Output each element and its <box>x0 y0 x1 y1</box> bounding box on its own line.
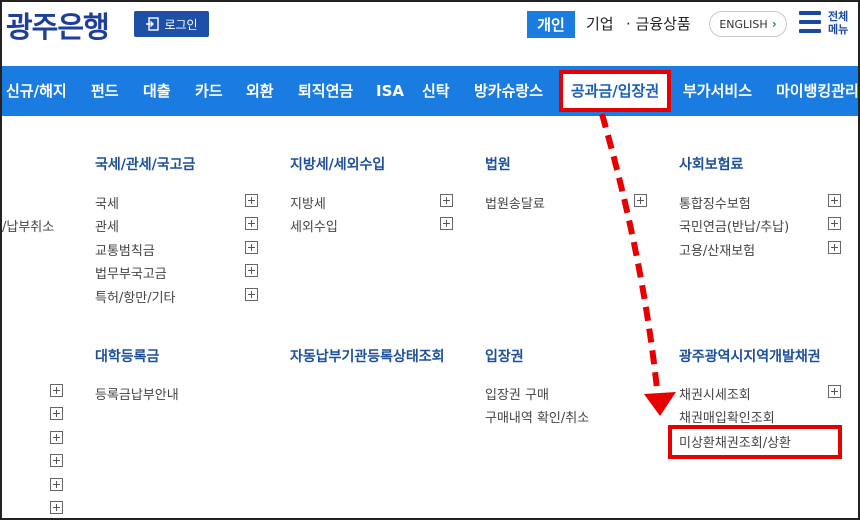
nav-item-trust[interactable]: 신탁 <box>422 66 450 116</box>
expand-plus-icon[interactable] <box>50 454 63 467</box>
expand-plus-icon[interactable] <box>50 501 63 514</box>
submenu-item-court-delivery-fee[interactable]: 법원송달료 <box>485 193 545 212</box>
section-title-development-bonds: 광주광역시지역개발채권 <box>679 349 821 365</box>
expand-plus-icon[interactable] <box>245 264 258 277</box>
submenu-item-payment-cancel[interactable]: /납부취소 <box>2 216 54 235</box>
highlight-box <box>668 425 842 459</box>
submenu-item-customs[interactable]: 관세 <box>95 216 119 235</box>
nav-item-loan[interactable]: 대출 <box>143 66 171 116</box>
expand-plus-icon[interactable] <box>828 194 841 207</box>
section-title-tickets: 입장권 <box>485 349 524 365</box>
section-title-tuition: 대학등록금 <box>95 349 160 365</box>
submenu-item-ticket-purchase[interactable]: 입장권 구매 <box>485 384 549 403</box>
submenu-item-non-tax-revenue[interactable]: 세외수입 <box>290 216 338 235</box>
submenu-item-purchase-history[interactable]: 구매내역 확인/취소 <box>485 407 589 426</box>
login-icon <box>146 17 160 31</box>
expand-plus-icon[interactable] <box>245 288 258 301</box>
expand-plus-icon[interactable] <box>245 194 258 207</box>
nav-item-mybanking[interactable]: 마이뱅킹관리 <box>776 66 858 116</box>
tab-financial-products[interactable]: · 금융상품 <box>626 13 691 34</box>
expand-plus-icon[interactable] <box>245 241 258 254</box>
submenu-item-bond-purchase-check[interactable]: 채권매입확인조회 <box>679 407 775 426</box>
annotation-arrow <box>599 113 676 416</box>
nav-item-forex[interactable]: 외환 <box>246 66 274 116</box>
section-title-national-tax: 국세/관세/국고금 <box>95 157 196 173</box>
english-label: ENGLISH <box>719 17 768 31</box>
expand-plus-icon[interactable] <box>440 194 453 207</box>
page-frame: 광주은행 로그인 개인 기업 · 금융상품 ENGLISH › 전체 메뉴 신규… <box>0 0 860 520</box>
nav-item-extra-services[interactable]: 부가서비스 <box>683 66 752 116</box>
expand-plus-icon[interactable] <box>828 217 841 230</box>
tab-personal[interactable]: 개인 <box>527 11 575 38</box>
expand-plus-icon[interactable] <box>50 431 63 444</box>
login-button[interactable]: 로그인 <box>134 11 209 37</box>
expand-plus-icon[interactable] <box>245 217 258 230</box>
expand-plus-icon[interactable] <box>440 217 453 230</box>
expand-plus-icon[interactable] <box>828 241 841 254</box>
main-nav: 신규/해지 펀드 대출 카드 외환 퇴직연금 ISA 신탁 방카슈랑스 공과금/… <box>2 66 858 116</box>
submenu-item-national-tax[interactable]: 국세 <box>95 193 119 212</box>
section-title-auto-payment-status[interactable]: 자동납부기관등록상태조회 <box>290 346 445 366</box>
expand-plus-icon[interactable] <box>50 384 63 397</box>
submenu-item-tuition-guide[interactable]: 등록금납부안내 <box>95 384 179 403</box>
tab-corporate[interactable]: 기업 <box>586 13 614 34</box>
nav-item-isa[interactable]: ISA <box>376 66 404 116</box>
nav-item-pension[interactable]: 퇴직연금 <box>298 66 353 116</box>
section-title-court: 법원 <box>485 157 511 173</box>
nav-item-bancassurance[interactable]: 방카슈랑스 <box>474 66 543 116</box>
nav-item-fund[interactable]: 펀드 <box>91 66 119 116</box>
nav-item-new-cancel[interactable]: 신규/해지 <box>6 66 67 116</box>
nav-item-card[interactable]: 카드 <box>195 66 223 116</box>
full-menu-label[interactable]: 전체 메뉴 <box>828 10 858 36</box>
chevron-right-icon: › <box>771 17 777 31</box>
hamburger-menu-icon[interactable] <box>799 11 823 35</box>
login-label: 로그인 <box>164 17 198 32</box>
bank-logo[interactable]: 광주은행 <box>6 4 110 46</box>
submenu-item-national-pension[interactable]: 국민연금(반납/추납) <box>679 216 789 235</box>
expand-plus-icon[interactable] <box>50 407 63 420</box>
section-title-local-tax: 지방세/세외수입 <box>290 157 386 173</box>
nav-item-utility-tickets[interactable]: 공과금/입장권 <box>559 70 671 112</box>
expand-plus-icon[interactable] <box>828 385 841 398</box>
submenu-item-traffic-fine[interactable]: 교통범칙금 <box>95 240 155 259</box>
expand-plus-icon[interactable] <box>50 478 63 491</box>
english-button[interactable]: ENGLISH › <box>709 11 787 37</box>
submenu-item-local-tax[interactable]: 지방세 <box>290 193 326 212</box>
submenu-item-patent-port[interactable]: 특허/항만/기타 <box>95 287 176 306</box>
submenu-item-justice-treasury[interactable]: 법무부국고금 <box>95 263 167 282</box>
